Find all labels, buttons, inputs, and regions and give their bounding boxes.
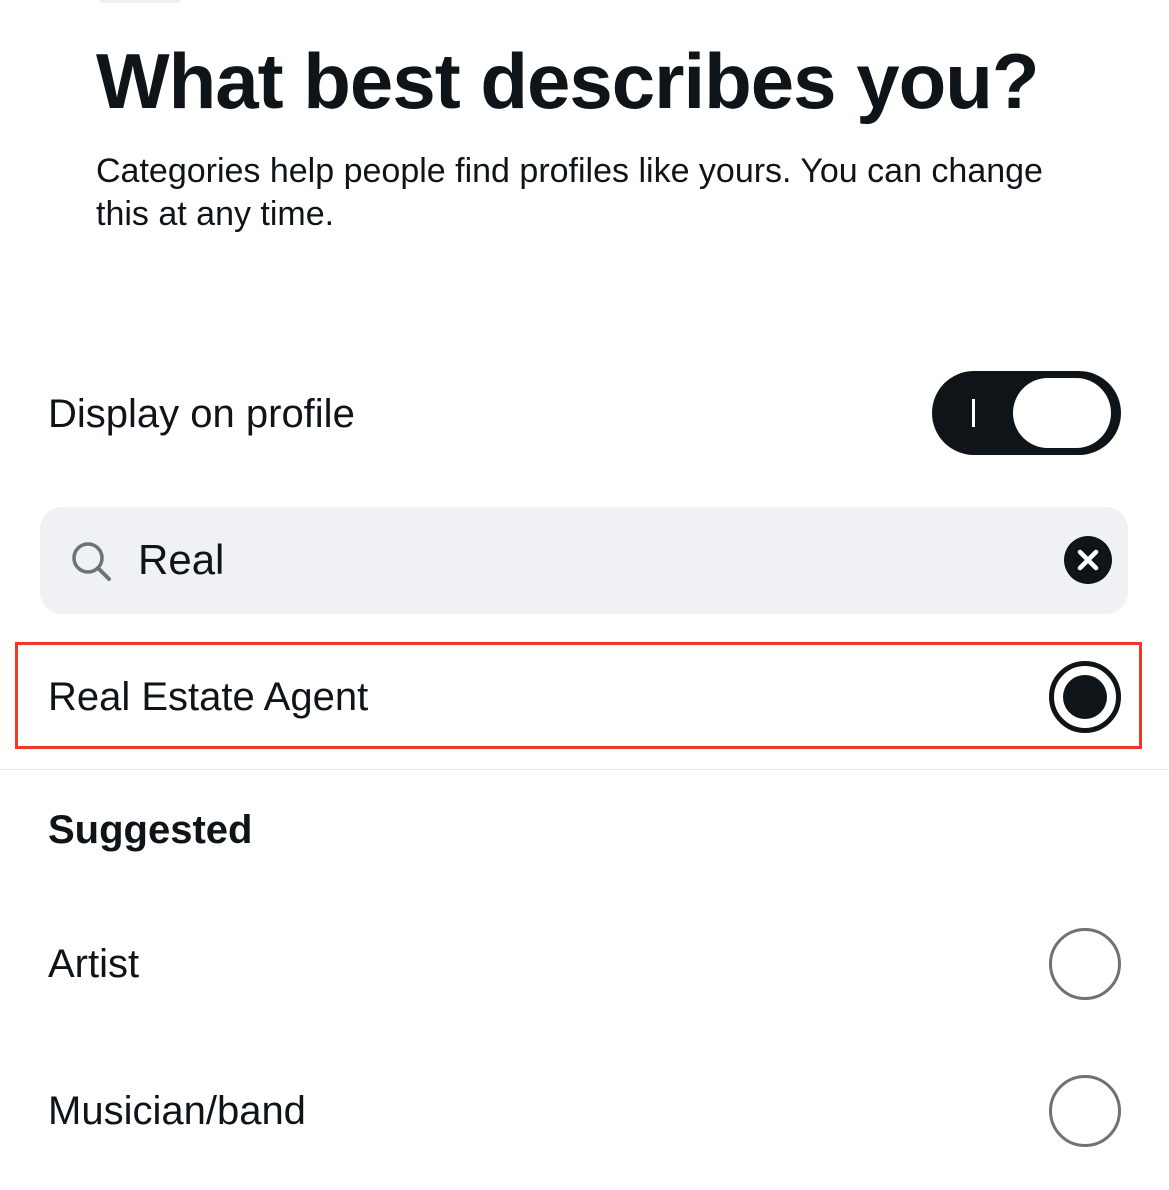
radio-unselected[interactable] xyxy=(1049,928,1121,1000)
close-icon xyxy=(1077,549,1099,571)
page-title: What best describes you? xyxy=(96,37,1040,125)
display-on-profile-toggle[interactable] xyxy=(932,371,1121,455)
top-edge-fragment xyxy=(100,0,180,3)
list-item-label: Real Estate Agent xyxy=(48,675,369,719)
divider xyxy=(0,769,1169,770)
toggle-on-indicator-icon xyxy=(972,399,975,427)
list-item-real-estate-agent[interactable]: Real Estate Agent xyxy=(0,641,1169,751)
list-item-artist[interactable]: Artist xyxy=(0,908,1169,1018)
suggested-heading: Suggested xyxy=(48,808,253,852)
search-icon xyxy=(72,542,111,581)
radio-dot-icon xyxy=(1063,675,1107,719)
list-item-label: Artist xyxy=(48,942,140,986)
radio-selected[interactable] xyxy=(1049,661,1121,733)
list-item-musician-band[interactable]: Musician/band xyxy=(0,1055,1169,1165)
display-on-profile-label: Display on profile xyxy=(48,392,355,436)
list-item-label: Musician/band xyxy=(48,1089,306,1133)
clear-search-button[interactable] xyxy=(1064,536,1112,584)
toggle-knob xyxy=(1013,378,1111,448)
page-subtitle: Categories help people find profiles lik… xyxy=(96,152,1043,233)
radio-unselected[interactable] xyxy=(1049,1075,1121,1147)
search-input[interactable] xyxy=(138,532,1018,588)
